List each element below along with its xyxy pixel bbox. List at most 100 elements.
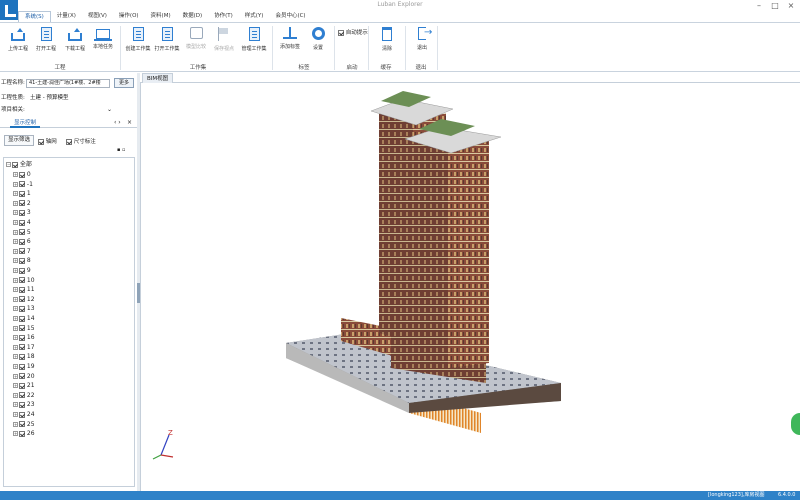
checkbox-checked-icon[interactable] xyxy=(19,277,25,284)
expand-icon[interactable]: + xyxy=(13,200,18,206)
expand-icon[interactable]: + xyxy=(13,191,18,197)
tree-floor-item[interactable]: + 20 xyxy=(13,372,35,381)
save-viewpoint-button[interactable]: 保存视点 xyxy=(209,27,239,61)
display-filter-button[interactable]: 显示筛选 xyxy=(4,135,34,146)
checkbox-checked-icon[interactable] xyxy=(19,171,25,178)
tree-expand-collapse-icons[interactable]: ▪ ▫ xyxy=(117,147,125,153)
expand-icon[interactable]: + xyxy=(13,421,18,427)
expand-icon[interactable]: + xyxy=(13,181,18,187)
manage-workset-button[interactable]: 管理工作集 xyxy=(239,27,269,61)
checkbox-checked-icon[interactable] xyxy=(19,325,25,332)
expand-icon[interactable]: + xyxy=(13,344,18,350)
open-project-button[interactable]: 打开工程 xyxy=(31,27,61,61)
checkbox-checked-icon[interactable] xyxy=(19,392,25,399)
tree-floor-item[interactable]: + 21 xyxy=(13,381,35,390)
menu-system[interactable]: 系统(S) xyxy=(18,11,51,22)
checkbox-checked-icon[interactable] xyxy=(19,200,25,207)
checkbox-checked-icon[interactable] xyxy=(19,430,25,437)
expand-icon[interactable]: + xyxy=(13,412,18,417)
expand-icon[interactable]: + xyxy=(13,172,18,177)
checkbox-checked-icon[interactable] xyxy=(19,267,25,274)
checkbox-checked-icon[interactable] xyxy=(19,305,25,312)
maximize-icon[interactable]: □ xyxy=(768,0,782,12)
add-tag-button[interactable]: 添加标签 xyxy=(275,27,305,61)
collapse-chevron-icon[interactable]: ⌄ xyxy=(107,104,112,116)
checkbox-checked-icon[interactable] xyxy=(19,219,25,226)
tree-floor-item[interactable]: + 13 xyxy=(13,304,35,313)
tree-floor-item[interactable]: + 14 xyxy=(13,314,35,323)
checkbox-checked-icon[interactable] xyxy=(19,296,25,303)
tree-floor-item[interactable]: + 3 xyxy=(13,208,31,217)
expand-icon[interactable]: + xyxy=(13,296,18,302)
menu-view[interactable]: 视图(V) xyxy=(82,11,113,22)
checkbox-checked-icon[interactable] xyxy=(19,401,25,408)
checkbox-checked-icon[interactable] xyxy=(19,238,25,245)
auto-prompt-checkbox[interactable]: 自动提示 xyxy=(338,28,368,36)
tree-root-all[interactable]: − 全部 xyxy=(6,160,32,169)
tree-floor-item[interactable]: + 7 xyxy=(13,247,31,256)
tree-floor-item[interactable]: + 12 xyxy=(13,295,35,304)
download-project-button[interactable]: 下载工程 xyxy=(60,27,90,61)
checkbox-checked-icon[interactable] xyxy=(19,373,25,380)
exit-button[interactable]: 退出 xyxy=(407,27,437,61)
panel-close-icon[interactable]: × xyxy=(127,118,132,128)
tab-display-control[interactable]: 显示控制 xyxy=(10,118,41,128)
tree-floor-item[interactable]: + 8 xyxy=(13,256,31,265)
menu-operate[interactable]: 操作(O) xyxy=(113,11,145,22)
project-name-combo[interactable]: 41-土建-润佳广场(1#楼、2#楼 xyxy=(26,79,110,88)
create-workset-button[interactable]: 创建工作集 xyxy=(123,27,153,61)
expand-icon[interactable]: + xyxy=(13,258,18,264)
expand-icon[interactable]: + xyxy=(13,354,18,360)
expand-icon[interactable]: + xyxy=(13,239,18,245)
expand-icon[interactable]: + xyxy=(13,229,18,235)
menu-member-center[interactable]: 会员中心(C) xyxy=(269,11,311,22)
tree-floor-item[interactable]: + 11 xyxy=(13,285,35,294)
tree-floor-item[interactable]: + 25 xyxy=(13,420,35,429)
tree-floor-item[interactable]: + 10 xyxy=(13,276,35,285)
menu-materials[interactable]: 资料(M) xyxy=(145,11,177,22)
menu-style[interactable]: 样式(Y) xyxy=(239,11,270,22)
tree-floor-item[interactable]: + 18 xyxy=(13,352,35,361)
expand-icon[interactable]: + xyxy=(13,277,18,283)
expand-icon[interactable]: + xyxy=(13,220,18,225)
tree-floor-item[interactable]: + 16 xyxy=(13,333,35,342)
menu-collaborate[interactable]: 协作(T) xyxy=(208,11,239,22)
tree-floor-item[interactable]: + 4 xyxy=(13,218,31,227)
tree-floor-item[interactable]: + 26 xyxy=(13,429,35,438)
app-logo-icon[interactable] xyxy=(0,0,18,20)
close-icon[interactable]: × xyxy=(784,0,798,12)
dimension-checkbox[interactable]: 尺寸标注 xyxy=(66,137,96,145)
expand-icon[interactable]: + xyxy=(13,383,18,389)
expand-icon[interactable]: + xyxy=(13,364,18,369)
collapse-icon[interactable]: − xyxy=(6,162,11,167)
building-model[interactable]: Z xyxy=(141,83,800,491)
menu-data[interactable]: 数据(D) xyxy=(177,11,209,22)
tree-floor-item[interactable]: + 5 xyxy=(13,228,31,237)
tree-floor-item[interactable]: + 15 xyxy=(13,324,35,333)
expand-icon[interactable]: + xyxy=(13,268,18,273)
tree-floor-item[interactable]: + -1 xyxy=(13,180,33,189)
expand-icon[interactable]: + xyxy=(13,316,18,321)
menu-measure[interactable]: 计量(X) xyxy=(51,11,82,22)
tree-floor-item[interactable]: + 9 xyxy=(13,266,31,275)
checkbox-checked-icon[interactable] xyxy=(19,411,25,418)
minimize-icon[interactable]: – xyxy=(752,0,766,12)
checkbox-checked-icon[interactable] xyxy=(19,315,25,322)
tab-bim-view[interactable]: BIM视图 xyxy=(142,73,174,83)
expand-icon[interactable]: + xyxy=(13,431,18,437)
expand-icon[interactable]: + xyxy=(13,306,18,312)
checkbox-checked-icon[interactable] xyxy=(19,363,25,370)
settings-button[interactable]: 设置 xyxy=(303,27,333,61)
checkbox-checked-icon[interactable] xyxy=(19,353,25,360)
checkbox-checked-icon[interactable] xyxy=(19,334,25,341)
tree-floor-item[interactable]: + 2 xyxy=(13,199,31,208)
tree-floor-item[interactable]: + 17 xyxy=(13,343,35,352)
checkbox-checked-icon[interactable] xyxy=(19,421,25,428)
open-workset-button[interactable]: 打开工作集 xyxy=(152,27,182,61)
clear-button[interactable]: 清除 xyxy=(372,27,402,61)
expand-icon[interactable]: + xyxy=(13,248,18,254)
checkbox-checked-icon[interactable] xyxy=(19,382,25,389)
more-button[interactable]: 更多 xyxy=(114,78,134,88)
bim-viewport[interactable]: Z xyxy=(140,83,800,491)
expand-icon[interactable]: + xyxy=(13,210,18,216)
